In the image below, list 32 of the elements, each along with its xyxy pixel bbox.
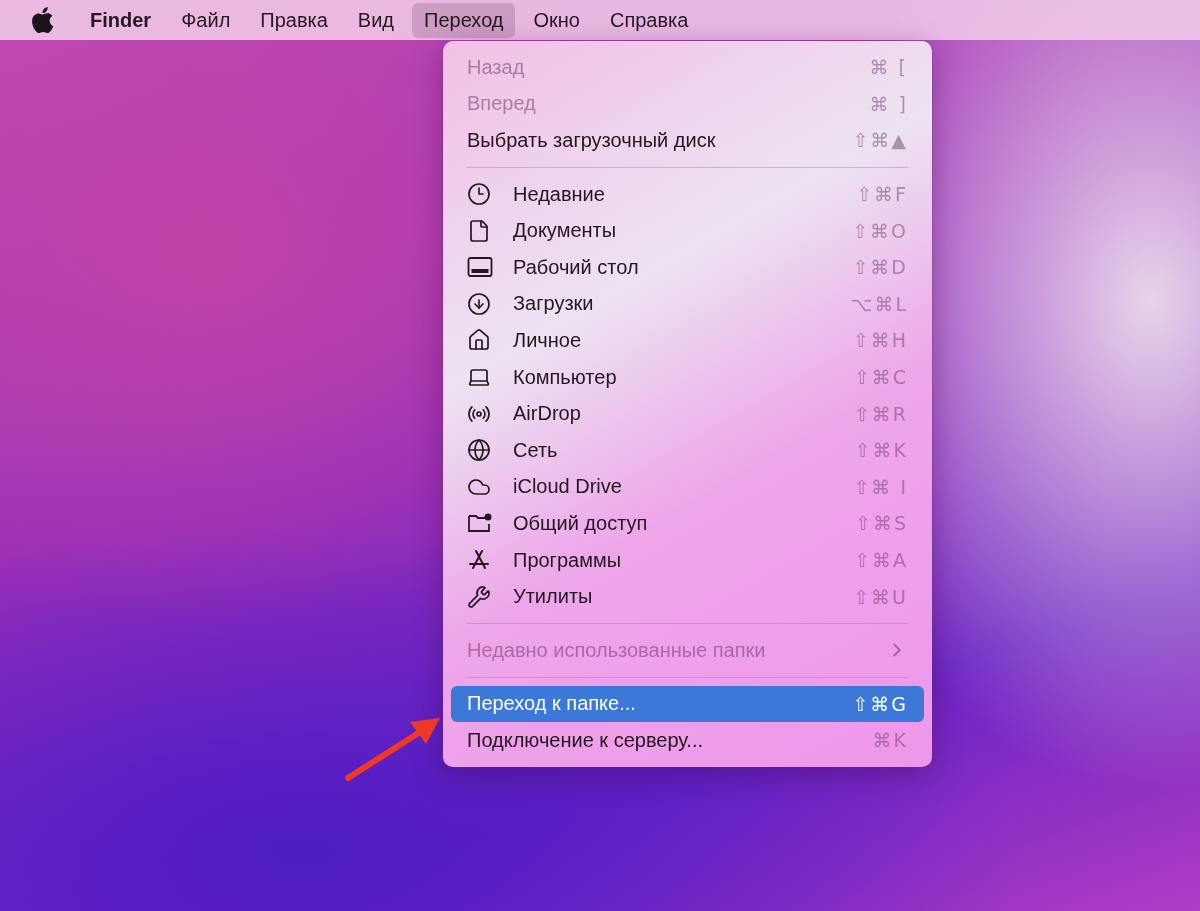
menu-item[interactable]: iCloud Drive ⇧⌘ I: [451, 468, 924, 506]
menu-bar-item[interactable]: Окно: [521, 2, 592, 38]
app-name-menu[interactable]: Finder: [78, 2, 164, 38]
download-icon: [467, 291, 491, 316]
menu-item[interactable]: Загрузки ⌥⌘L: [451, 285, 924, 323]
menu-item[interactable]: Компьютер ⇧⌘C: [451, 358, 924, 396]
menu-item[interactable]: Утилиты ⇧⌘U: [451, 578, 924, 615]
menu-bar-item[interactable]: Правка: [248, 2, 340, 38]
shared-folder-icon: [467, 512, 493, 535]
menu-item[interactable]: Личное ⇧⌘H: [451, 322, 924, 359]
menu-bar-item[interactable]: Справка: [597, 2, 701, 38]
app-store-icon: [467, 548, 491, 572]
menu-bar-item[interactable]: Вид: [345, 2, 407, 38]
tools-icon: [467, 584, 491, 609]
menu-item[interactable]: AirDrop ⇧⌘R: [451, 395, 924, 432]
menu-item[interactable]: Подключение к серверу... ⌘K: [451, 722, 924, 759]
clock-icon: [467, 182, 491, 207]
menu-item[interactable]: Переход к папке... ⇧⌘G: [451, 685, 924, 723]
menu-item[interactable]: Сеть ⇧⌘K: [451, 431, 924, 469]
menu-item[interactable]: Программы ⇧⌘A: [451, 541, 924, 579]
document-icon: [467, 218, 491, 243]
desktop-icon: [467, 256, 493, 279]
menu-item[interactable]: Рабочий стол ⇧⌘D: [451, 248, 924, 286]
menu-bar-item[interactable]: Файл: [169, 2, 243, 38]
menu-item[interactable]: Общий доступ ⇧⌘S: [451, 505, 924, 542]
globe-icon: [467, 438, 491, 463]
menu-item[interactable]: Выбрать загрузочный диск ⇧⌘▲: [451, 122, 924, 159]
house-icon: [467, 328, 491, 353]
menu-item[interactable]: Недавние ⇧⌘F: [451, 175, 924, 213]
apple-logo-icon[interactable]: [30, 6, 54, 34]
menu-bar-item[interactable]: Переход: [412, 2, 516, 38]
menu-item[interactable]: Документы ⇧⌘O: [451, 212, 924, 249]
